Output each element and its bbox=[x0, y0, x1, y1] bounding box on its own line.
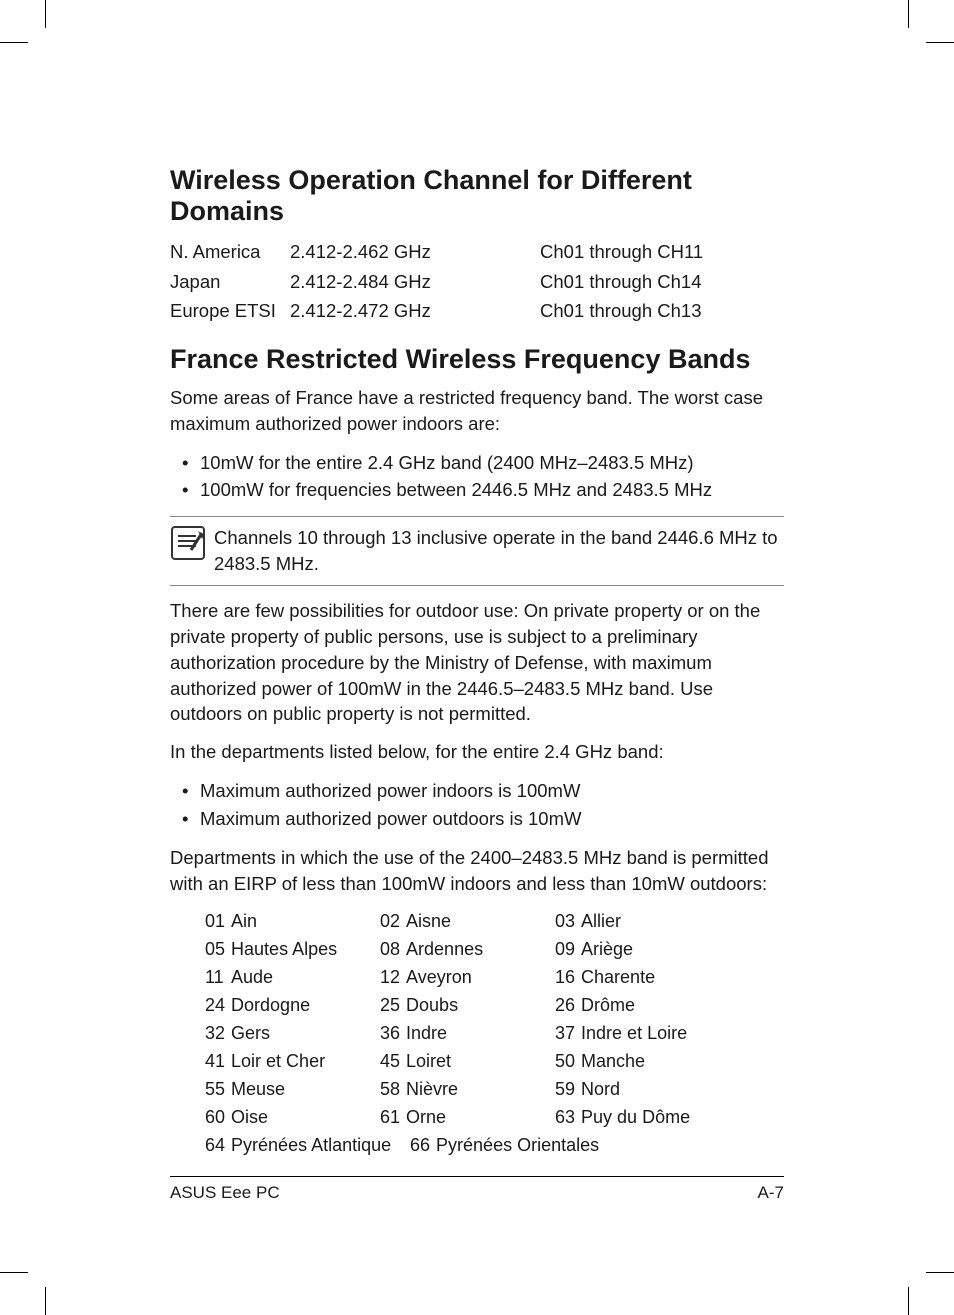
dept-name: Pyrénées Orientales bbox=[436, 1132, 599, 1160]
bullet-list: 10mW for the entire 2.4 GHz band (2400 M… bbox=[170, 449, 784, 505]
note-box: Channels 10 through 13 inclusive operate… bbox=[170, 516, 784, 586]
table-row: 05Hautes Alpes 08Ardennes 09Ariège bbox=[205, 936, 784, 964]
dept-num: 01 bbox=[205, 908, 225, 936]
dept-num: 60 bbox=[205, 1104, 225, 1132]
dept-num: 64 bbox=[205, 1132, 225, 1160]
freq-cell: 2.412-2.462 GHz bbox=[290, 237, 540, 267]
dept-name: Drôme bbox=[581, 992, 635, 1020]
table-row: 60Oise 61Orne 63Puy du Dôme bbox=[205, 1104, 784, 1132]
dept-name: Orne bbox=[406, 1104, 446, 1132]
paragraph: In the departments listed below, for the… bbox=[170, 739, 784, 765]
bullet-list: Maximum authorized power indoors is 100m… bbox=[170, 777, 784, 833]
table-row: 32Gers 36Indre 37Indre et Loire bbox=[205, 1020, 784, 1048]
dept-name: Aisne bbox=[406, 908, 451, 936]
dept-num: 12 bbox=[380, 964, 400, 992]
channel-cell: Ch01 through Ch13 bbox=[540, 296, 784, 326]
dept-num: 58 bbox=[380, 1076, 400, 1104]
dept-num: 37 bbox=[555, 1020, 575, 1048]
dept-num: 45 bbox=[380, 1048, 400, 1076]
table-row: 64Pyrénées Atlantique 66Pyrénées Orienta… bbox=[205, 1132, 784, 1160]
table-row: 24Dordogne 25Doubs 26Drôme bbox=[205, 992, 784, 1020]
paragraph: There are few possibilities for outdoor … bbox=[170, 598, 784, 727]
dept-name: Nord bbox=[581, 1076, 620, 1104]
dept-name: Charente bbox=[581, 964, 655, 992]
table-row: 01Ain 02Aisne 03Allier bbox=[205, 908, 784, 936]
page-footer: ASUS Eee PC A-7 bbox=[170, 1176, 784, 1203]
dept-num: 05 bbox=[205, 936, 225, 964]
dept-name: Nièvre bbox=[406, 1076, 458, 1104]
page-content: Wireless Operation Channel for Different… bbox=[170, 165, 784, 1205]
dept-num: 61 bbox=[380, 1104, 400, 1132]
dept-num: 26 bbox=[555, 992, 575, 1020]
dept-num: 59 bbox=[555, 1076, 575, 1104]
dept-name: Hautes Alpes bbox=[231, 936, 337, 964]
dept-name: Pyrénées Atlantique bbox=[231, 1132, 391, 1160]
dept-name: Dordogne bbox=[231, 992, 310, 1020]
table-row: N. America 2.412-2.462 GHz Ch01 through … bbox=[170, 237, 784, 267]
dept-name: Aude bbox=[231, 964, 273, 992]
table-row: 55Meuse 58Nièvre 59Nord bbox=[205, 1076, 784, 1104]
footer-page-number: A-7 bbox=[758, 1183, 784, 1203]
dept-num: 09 bbox=[555, 936, 575, 964]
heading-france-bands: France Restricted Wireless Frequency Ban… bbox=[170, 344, 784, 375]
table-row: 41Loir et Cher 45Loiret 50Manche bbox=[205, 1048, 784, 1076]
dept-name: Doubs bbox=[406, 992, 458, 1020]
channel-cell: Ch01 through CH11 bbox=[540, 237, 784, 267]
channels-table: N. America 2.412-2.462 GHz Ch01 through … bbox=[170, 237, 784, 326]
region-cell: Europe ETSI bbox=[170, 296, 290, 326]
dept-name: Indre et Loire bbox=[581, 1020, 687, 1048]
dept-name: Ain bbox=[231, 908, 257, 936]
table-row: Europe ETSI 2.412-2.472 GHz Ch01 through… bbox=[170, 296, 784, 326]
dept-name: Puy du Dôme bbox=[581, 1104, 690, 1132]
dept-name: Ariège bbox=[581, 936, 633, 964]
dept-num: 03 bbox=[555, 908, 575, 936]
freq-cell: 2.412-2.484 GHz bbox=[290, 267, 540, 297]
dept-num: 66 bbox=[410, 1132, 430, 1160]
dept-name: Indre bbox=[406, 1020, 447, 1048]
region-cell: N. America bbox=[170, 237, 290, 267]
dept-name: Manche bbox=[581, 1048, 645, 1076]
dept-num: 50 bbox=[555, 1048, 575, 1076]
dept-num: 32 bbox=[205, 1020, 225, 1048]
dept-name: Gers bbox=[231, 1020, 270, 1048]
list-item: 100mW for frequencies between 2446.5 MHz… bbox=[170, 476, 784, 504]
departments-table: 01Ain 02Aisne 03Allier 05Hautes Alpes 08… bbox=[205, 908, 784, 1159]
region-cell: Japan bbox=[170, 267, 290, 297]
table-row: Japan 2.412-2.484 GHz Ch01 through Ch14 bbox=[170, 267, 784, 297]
heading-wireless-channels: Wireless Operation Channel for Different… bbox=[170, 165, 784, 227]
note-text: Channels 10 through 13 inclusive operate… bbox=[214, 525, 784, 577]
paragraph: Some areas of France have a restricted f… bbox=[170, 385, 784, 437]
dept-name: Loiret bbox=[406, 1048, 451, 1076]
footer-product: ASUS Eee PC bbox=[170, 1183, 280, 1203]
dept-name: Oise bbox=[231, 1104, 268, 1132]
channel-cell: Ch01 through Ch14 bbox=[540, 267, 784, 297]
dept-num: 02 bbox=[380, 908, 400, 936]
note-icon bbox=[170, 525, 206, 561]
dept-num: 11 bbox=[205, 964, 225, 992]
dept-name: Allier bbox=[581, 908, 621, 936]
dept-name: Ardennes bbox=[406, 936, 483, 964]
table-row: 11Aude 12Aveyron 16Charente bbox=[205, 964, 784, 992]
list-item: 10mW for the entire 2.4 GHz band (2400 M… bbox=[170, 449, 784, 477]
dept-num: 08 bbox=[380, 936, 400, 964]
list-item: Maximum authorized power outdoors is 10m… bbox=[170, 805, 784, 833]
list-item: Maximum authorized power indoors is 100m… bbox=[170, 777, 784, 805]
dept-num: 24 bbox=[205, 992, 225, 1020]
dept-num: 63 bbox=[555, 1104, 575, 1132]
dept-name: Loir et Cher bbox=[231, 1048, 325, 1076]
dept-name: Meuse bbox=[231, 1076, 285, 1104]
dept-num: 55 bbox=[205, 1076, 225, 1104]
dept-num: 41 bbox=[205, 1048, 225, 1076]
dept-num: 36 bbox=[380, 1020, 400, 1048]
dept-name: Aveyron bbox=[406, 964, 472, 992]
paragraph: Departments in which the use of the 2400… bbox=[170, 845, 784, 897]
freq-cell: 2.412-2.472 GHz bbox=[290, 296, 540, 326]
dept-num: 25 bbox=[380, 992, 400, 1020]
dept-num: 16 bbox=[555, 964, 575, 992]
